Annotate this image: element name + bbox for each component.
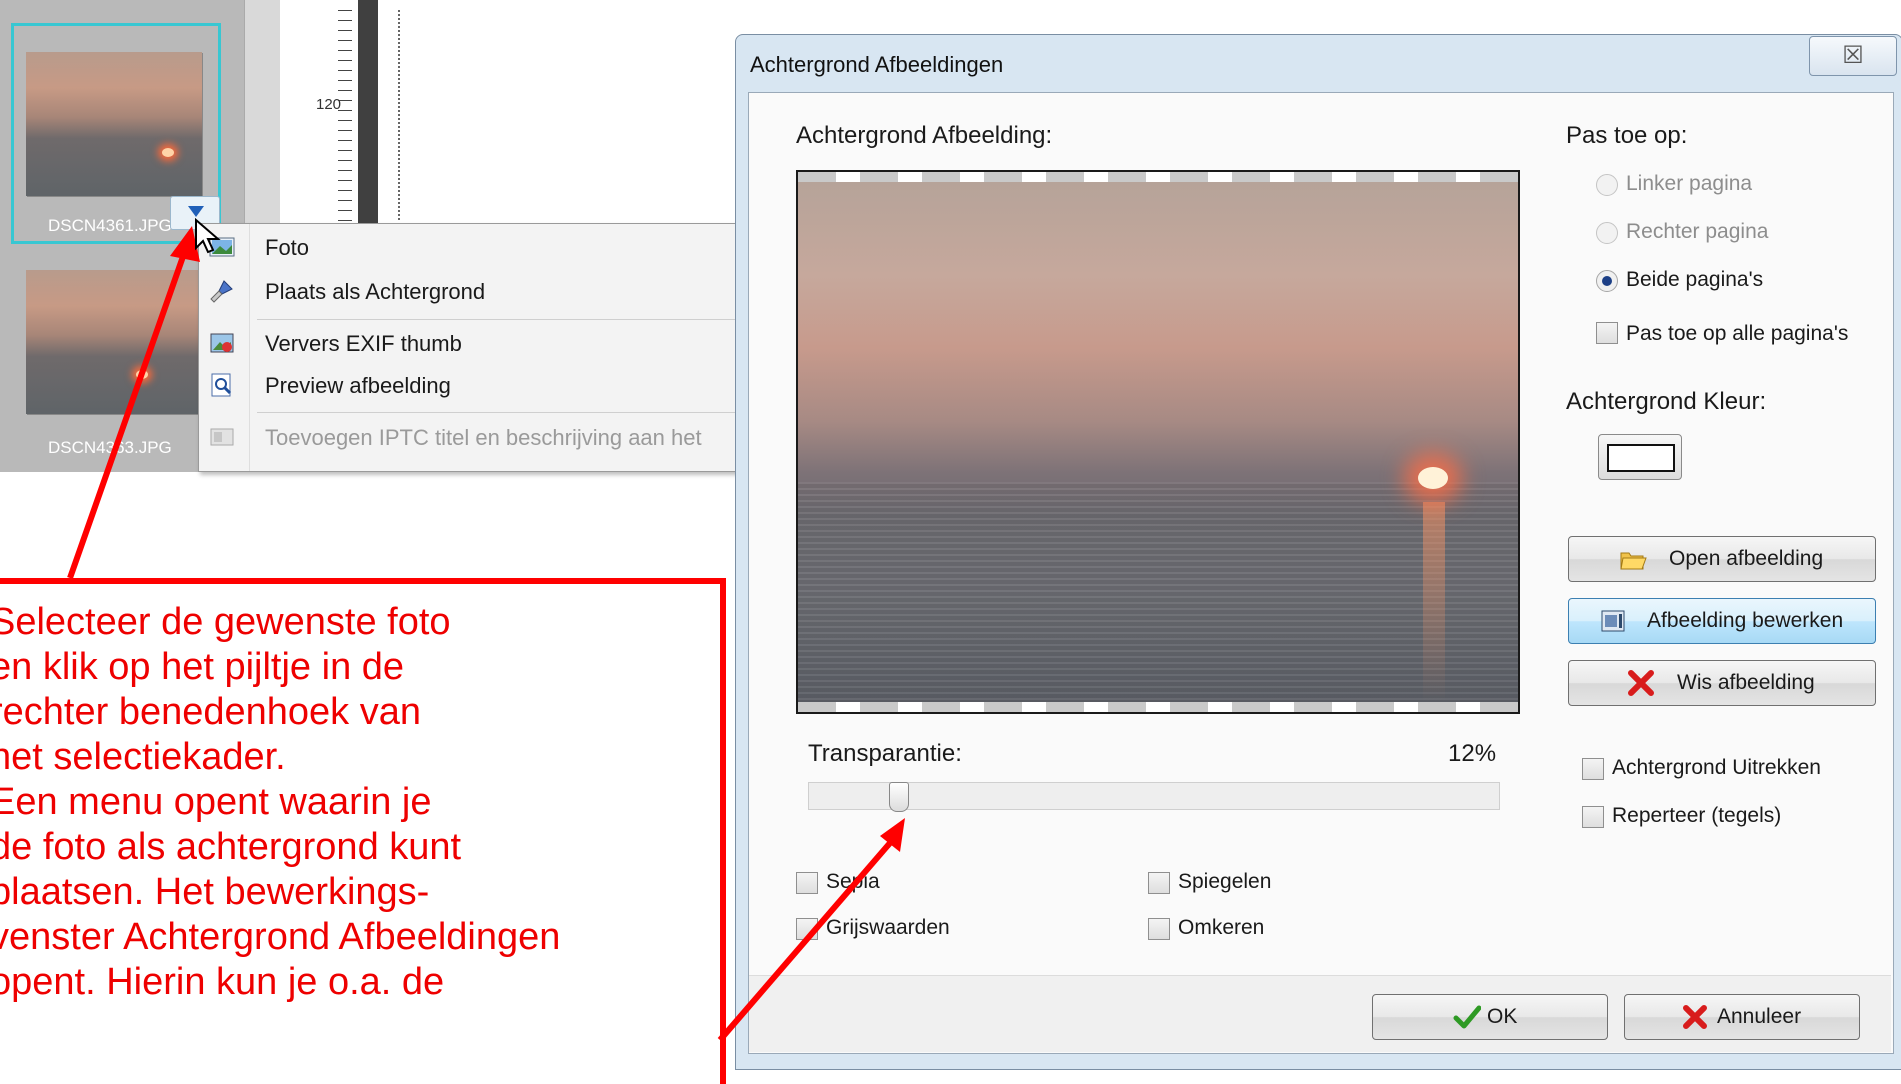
folder-open-icon [1620, 552, 1647, 570]
tile-checkbox[interactable] [1582, 806, 1604, 828]
transparency-value: 12% [1448, 740, 1497, 767]
transparency-slider[interactable] [808, 782, 1500, 810]
page-guide-line [398, 10, 400, 220]
cancel-label: Annuleer [1717, 1005, 1802, 1028]
ruler-label: 120 [316, 96, 342, 113]
thumbnail-card[interactable]: DSCN4363.JPG [14, 256, 218, 471]
mouse-cursor-icon [195, 218, 221, 254]
invert-label: Omkeren [1178, 916, 1265, 939]
tile-label: Reperteer (tegels) [1612, 804, 1782, 827]
radio-left-page-label: Linker pagina [1626, 172, 1753, 195]
apply-all-pages-label: Pas toe op alle pagina's [1626, 322, 1849, 345]
apply-all-pages-checkbox[interactable] [1596, 322, 1618, 344]
preview-sea [798, 482, 1518, 702]
delete-image-label: Wis afbeelding [1677, 671, 1815, 694]
mirror-label: Spiegelen [1178, 870, 1272, 893]
edit-image-label: Afbeelding bewerken [1647, 609, 1844, 632]
ruler-ticks [338, 10, 352, 230]
invert-checkbox[interactable] [1148, 918, 1170, 940]
edit-image-button[interactable]: Afbeelding bewerken [1568, 598, 1876, 644]
background-image-preview [796, 170, 1520, 714]
preview-border-top [798, 172, 1518, 182]
thumbnail-image[interactable] [26, 270, 202, 414]
preview-photo [798, 182, 1518, 702]
sun [162, 148, 174, 157]
arrow-down-icon [188, 206, 204, 217]
transparency-slider-thumb[interactable] [889, 782, 909, 812]
bg-color-heading: Achtergrond Kleur: [1566, 388, 1767, 415]
preview-icon [211, 373, 232, 397]
red-x-icon [1628, 670, 1654, 696]
edit-image-icon [1601, 610, 1625, 632]
menu-item-label: Toevoegen IPTC titel en beschrijving aan… [265, 425, 702, 450]
menu-item-label: Ververs EXIF thumb [265, 331, 462, 356]
apply-heading: Pas toe op: [1566, 122, 1688, 149]
radio-right-page-label: Rechter pagina [1626, 220, 1769, 243]
sun [136, 370, 148, 379]
thumbnail-context-menu: Foto Plaats als Achtergrond Ververs EXIF… [198, 223, 740, 472]
brush-icon [210, 280, 233, 303]
radio-both-pages-label: Beide pagina's [1626, 268, 1764, 291]
delete-image-button[interactable]: Wis afbeelding [1568, 660, 1876, 706]
sepia-checkbox[interactable] [796, 872, 818, 894]
stretch-checkbox[interactable] [1582, 758, 1604, 780]
close-button[interactable]: ☒ [1809, 36, 1897, 76]
dialog-title: Achtergrond Afbeeldingen [750, 52, 1004, 77]
cancel-x-icon [1683, 1005, 1707, 1029]
radio-right-page[interactable] [1596, 222, 1618, 244]
checkmark-icon [1453, 1005, 1481, 1029]
ok-label: OK [1487, 1005, 1518, 1028]
grayscale-label: Grijswaarden [826, 916, 950, 939]
open-image-label: Open afbeelding [1669, 547, 1824, 570]
preview-sun-reflection [1423, 502, 1445, 702]
menu-item-label: Plaats als Achtergrond [265, 279, 486, 304]
mirror-checkbox[interactable] [1148, 872, 1170, 894]
grayscale-checkbox[interactable] [796, 918, 818, 940]
stretch-label: Achtergrond Uitrekken [1612, 756, 1821, 779]
preview-sun [1418, 467, 1448, 489]
thumbnail-filename: DSCN4363.JPG [48, 438, 172, 457]
iptc-icon [210, 428, 234, 446]
color-preview [1607, 444, 1675, 472]
close-icon: ☒ [1842, 41, 1864, 69]
menu-item-plaats-als-achtergrond[interactable]: Plaats als Achtergrond [199, 270, 739, 314]
menu-item-preview-afbeelding[interactable]: Preview afbeelding [199, 364, 739, 408]
sepia-label: Sepia [826, 870, 880, 893]
menu-separator [257, 412, 739, 413]
radio-left-page[interactable] [1596, 174, 1618, 196]
menu-item-ververs-exif-thumb[interactable]: Ververs EXIF thumb [199, 322, 739, 366]
thumbnail-filename: DSCN4361.JPG [48, 216, 172, 235]
image-heading: Achtergrond Afbeelding: [796, 122, 1053, 149]
menu-item-label: Foto [265, 235, 310, 260]
refresh-thumb-icon [210, 333, 234, 353]
transparency-label: Transparantie: [808, 740, 962, 767]
menu-item-foto[interactable]: Foto [199, 226, 739, 270]
ok-button[interactable]: OK [1372, 994, 1608, 1040]
menu-item-iptc: Toevoegen IPTC titel en beschrijving aan… [199, 416, 739, 460]
menu-separator [257, 319, 739, 320]
open-image-button[interactable]: Open afbeelding [1568, 536, 1876, 582]
bg-color-swatch[interactable] [1598, 434, 1682, 480]
cancel-button[interactable]: Annuleer [1624, 994, 1860, 1040]
thumbnail-image[interactable] [26, 52, 202, 196]
radio-both-pages[interactable] [1596, 270, 1618, 292]
menu-item-label: Preview afbeelding [265, 373, 451, 398]
preview-border-bottom [798, 702, 1518, 712]
annotation-text: Selecteer de gewenste foto en klik op he… [0, 601, 561, 1003]
